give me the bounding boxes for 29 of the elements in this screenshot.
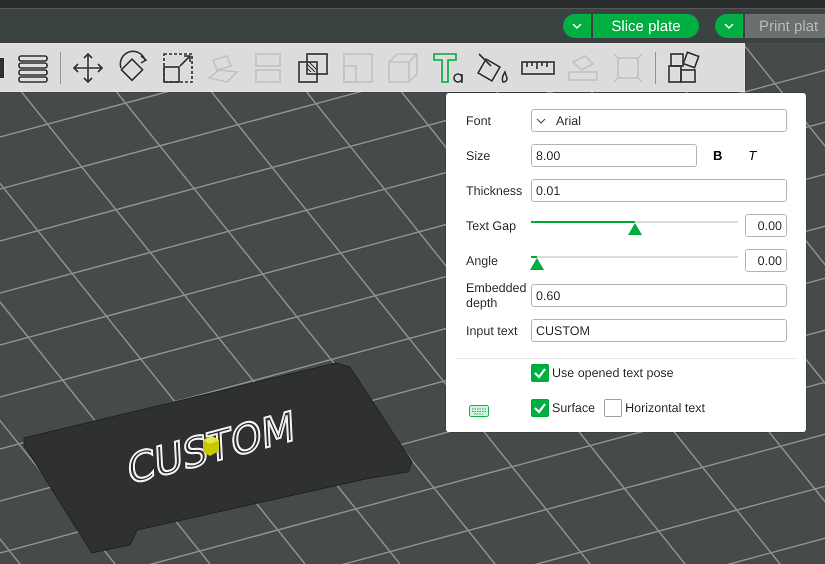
field-label: Text Gap — [466, 218, 518, 232]
checkbox[interactable] — [604, 399, 622, 417]
bold-button[interactable]: B — [709, 146, 726, 165]
checkbox-label: Use opened text pose — [552, 366, 674, 380]
dropdown-button[interactable] — [715, 14, 743, 38]
field-label: Size — [466, 148, 492, 162]
chevron-down-icon — [572, 23, 582, 29]
font-dropdown[interactable]: Arial — [531, 109, 787, 132]
input-field[interactable]: 0.60 — [531, 284, 787, 307]
keyboard-icon[interactable] — [469, 405, 489, 417]
field-label: Embedded depth — [466, 280, 526, 310]
input-field[interactable]: 0.00 — [745, 214, 787, 237]
chevron-down-icon — [724, 23, 734, 29]
field-label: Thickness — [466, 184, 524, 198]
input-field[interactable]: 0.01 — [531, 179, 787, 202]
chevron-down-icon — [536, 118, 546, 124]
field-label: Input text — [466, 324, 518, 338]
field-label: Angle — [466, 254, 499, 268]
input-field[interactable]: 8.00 — [531, 144, 697, 167]
checkbox-label: Surface — [552, 401, 596, 415]
dropdown-button[interactable] — [563, 14, 591, 38]
italic-button[interactable]: T — [744, 146, 760, 165]
checkbox-label: Horizontal text — [625, 401, 705, 415]
checkbox[interactable] — [531, 399, 549, 417]
text-input-field[interactable]: CUSTOM — [531, 319, 787, 342]
checkbox[interactable] — [531, 364, 549, 382]
input-field[interactable]: 0.00 — [745, 249, 787, 272]
field-label: Font — [466, 114, 492, 128]
puzzle-icon[interactable] — [665, 50, 701, 86]
